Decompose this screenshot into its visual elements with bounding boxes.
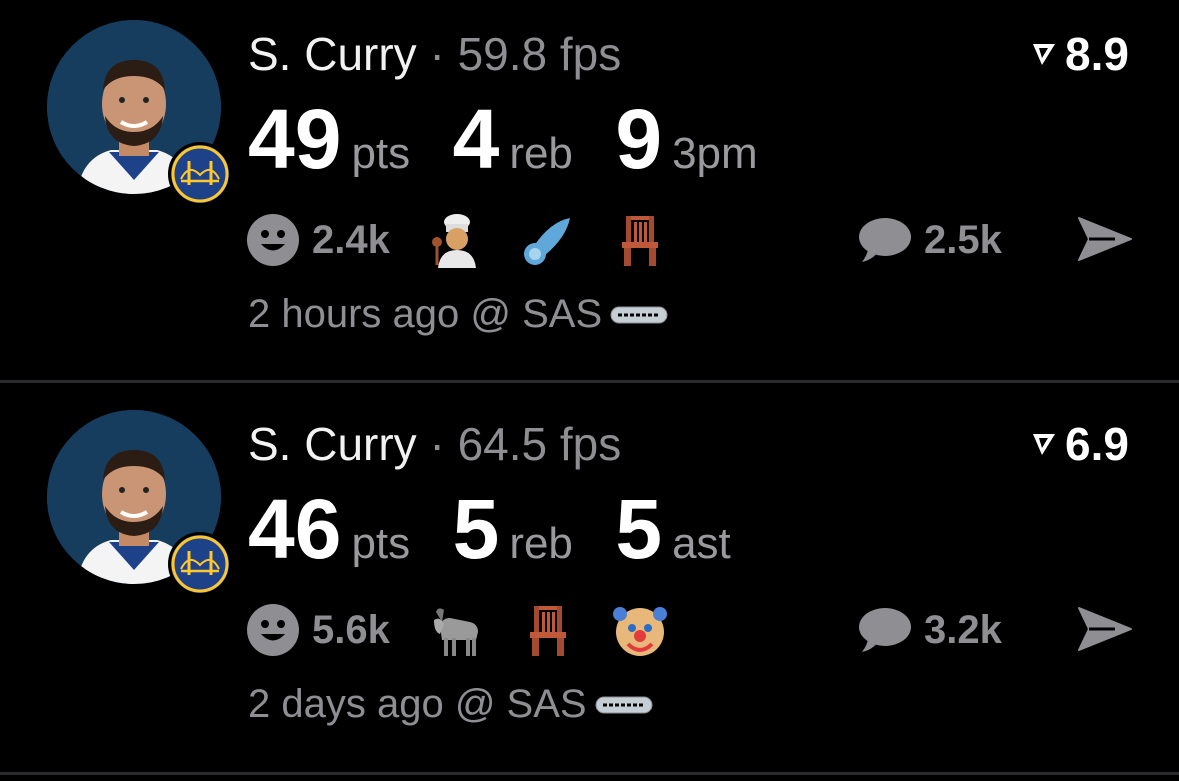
- timestamp: 2 hours ago @ SAS: [248, 292, 603, 336]
- chef-emoji-icon[interactable]: [428, 212, 484, 268]
- rating: 6.9: [1031, 418, 1129, 470]
- stat-line: 46 pts 5 reb 5 ast: [248, 484, 769, 574]
- fantasy-points: 59.8 fps: [457, 28, 622, 80]
- timestamp: 2 days ago @ SAS: [248, 682, 587, 726]
- player-name[interactable]: S. Curry: [248, 28, 417, 80]
- player-name[interactable]: S. Curry: [248, 418, 417, 470]
- comments-button[interactable]: 2.5k: [856, 210, 1002, 270]
- stat-unit: pts: [351, 519, 411, 568]
- comet-emoji-icon[interactable]: [520, 212, 576, 268]
- rating-icon: [1033, 434, 1056, 455]
- comment-count: 2.5k: [924, 217, 1002, 262]
- stat-value: 49: [248, 92, 342, 186]
- reactions-row: 5.6k: [246, 600, 704, 660]
- spurs-logo-icon: [595, 696, 653, 713]
- stat-value: 5: [452, 482, 500, 576]
- chair-emoji-icon[interactable]: [612, 212, 668, 268]
- comments-button[interactable]: 3.2k: [856, 600, 1002, 660]
- smiley-reaction-icon[interactable]: [246, 603, 300, 657]
- post-title: S. Curry · 64.5 fps: [248, 418, 621, 470]
- comment-bubble-icon: [859, 218, 911, 262]
- reaction-count: 5.6k: [312, 607, 390, 652]
- post-meta: 2 days ago @ SAS: [248, 682, 653, 727]
- stat-value: 46: [248, 482, 342, 576]
- goat-emoji-icon[interactable]: [428, 602, 484, 658]
- clown-emoji-icon[interactable]: [612, 602, 668, 658]
- stat-value: 4: [452, 92, 500, 186]
- rating-value: 8.9: [1065, 28, 1129, 80]
- warriors-logo-icon: [168, 142, 232, 206]
- post-title: S. Curry · 59.8 fps: [248, 28, 621, 80]
- stat-line: 49 pts 4 reb 9 3pm: [248, 94, 796, 184]
- post-meta: 2 hours ago @ SAS: [248, 292, 668, 337]
- comment-count: 3.2k: [924, 607, 1002, 652]
- share-icon[interactable]: [1075, 604, 1133, 654]
- reaction-count: 2.4k: [312, 217, 390, 262]
- chair-emoji-icon[interactable]: [520, 602, 576, 658]
- spurs-logo-icon: [610, 306, 668, 323]
- rating: 8.9: [1031, 28, 1129, 80]
- stat-unit: reb: [509, 519, 573, 568]
- stat-unit: pts: [351, 129, 411, 178]
- stat-unit: 3pm: [672, 129, 758, 178]
- smiley-reaction-icon[interactable]: [246, 213, 300, 267]
- fantasy-points: 64.5 fps: [457, 418, 622, 470]
- stat-unit: reb: [509, 129, 573, 178]
- divider: [0, 772, 1179, 775]
- rating-value: 6.9: [1065, 418, 1129, 470]
- post-card[interactable]: S. Curry · 59.8 fps 8.9 49 pts 4 reb 9 3pm …: [0, 0, 1179, 386]
- rating-icon: [1033, 44, 1056, 65]
- separator: ·: [429, 28, 445, 80]
- warriors-logo-icon: [168, 532, 232, 596]
- stat-value: 9: [615, 92, 663, 186]
- stat-value: 5: [615, 482, 663, 576]
- share-icon[interactable]: [1075, 214, 1133, 264]
- stat-unit: ast: [672, 519, 731, 568]
- reactions-row: 2.4k: [246, 210, 704, 270]
- comment-bubble-icon: [859, 608, 911, 652]
- divider: [0, 380, 1179, 383]
- post-card[interactable]: S. Curry · 64.5 fps 6.9 46 pts 5 reb 5 ast …: [0, 390, 1179, 776]
- separator: ·: [429, 418, 445, 470]
